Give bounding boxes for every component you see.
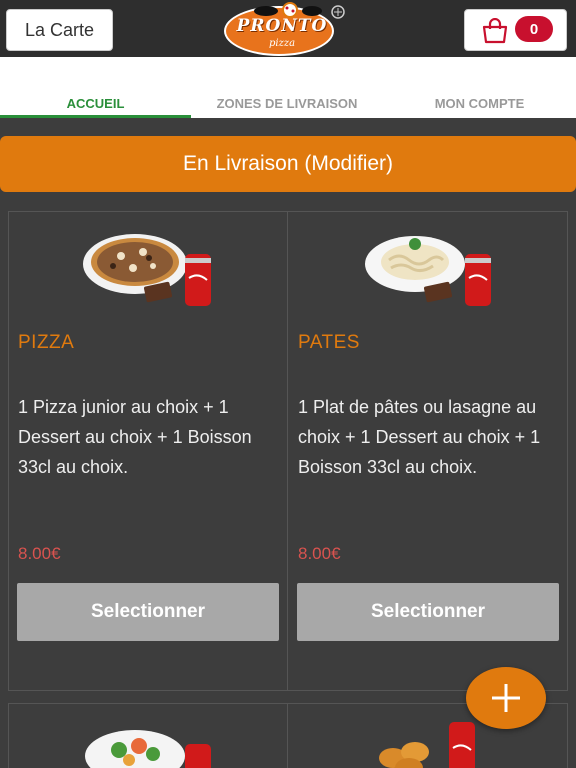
- nuggets-menu-image: [379, 722, 475, 768]
- tab-mon-compte[interactable]: MON COMPTE: [383, 96, 576, 111]
- product-price: 8.00€: [18, 544, 61, 563]
- select-button[interactable]: Selectionner: [297, 583, 559, 641]
- product-title: PATES: [298, 332, 360, 353]
- nav-tabs: ACCUEIL ZONES DE LIVRAISON MON COMPTE: [0, 57, 576, 118]
- add-floating-button[interactable]: [466, 667, 546, 729]
- product-card-pates: PATES 1 Plat de pâtes ou lasagne au choi…: [289, 212, 568, 690]
- pizza-menu-image: [83, 234, 211, 306]
- scooter-icon: [331, 5, 345, 19]
- plus-icon: [492, 684, 520, 712]
- product-card-pizza: PIZZA 1 Pizza junior au choix + 1 Desser…: [9, 212, 288, 690]
- product-grid: PIZZA 1 Pizza junior au choix + 1 Desser…: [8, 211, 568, 691]
- active-tab-indicator: [0, 115, 191, 118]
- pasta-menu-image: [365, 236, 491, 306]
- top-bar: La Carte PRONTO pizza 0: [0, 0, 576, 57]
- product-description: 1 Pizza junior au choix + 1 Dessert au c…: [18, 397, 252, 477]
- logo-text: PRONTO: [236, 16, 328, 36]
- salad-menu-image: [85, 730, 211, 768]
- la-carte-button[interactable]: La Carte: [6, 9, 113, 51]
- select-button[interactable]: Selectionner: [17, 583, 279, 641]
- cart-button[interactable]: 0: [464, 9, 567, 51]
- shopping-bag-icon: [482, 18, 508, 44]
- pronto-logo[interactable]: PRONTO pizza: [220, 2, 350, 56]
- tab-accueil[interactable]: ACCUEIL: [0, 96, 191, 111]
- logo-subtitle: pizza: [268, 38, 296, 49]
- product-price: 8.00€: [298, 544, 341, 563]
- cart-count-badge: 0: [515, 16, 553, 42]
- tab-zones-de-livraison[interactable]: ZONES DE LIVRAISON: [191, 96, 383, 111]
- product-card-salad: [9, 704, 288, 768]
- delivery-mode-button[interactable]: En Livraison (Modifier): [0, 136, 576, 192]
- product-title: PIZZA: [18, 332, 75, 353]
- product-description: 1 Plat de pâtes ou lasagne au choix + 1 …: [298, 397, 541, 477]
